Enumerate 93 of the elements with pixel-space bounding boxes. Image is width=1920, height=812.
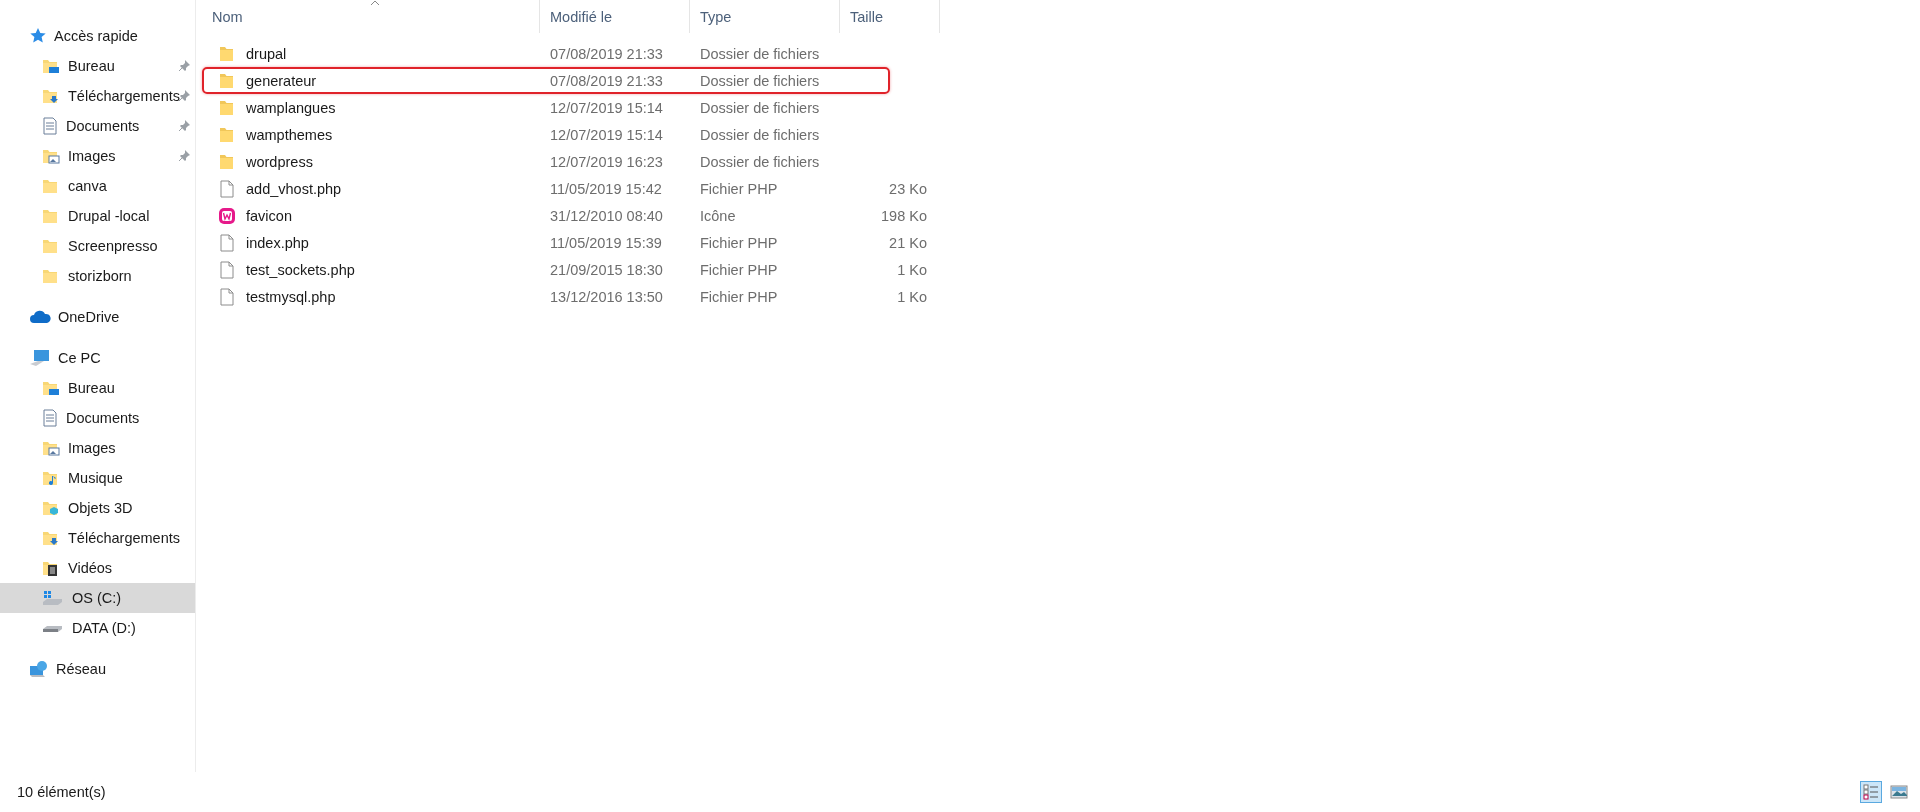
- nav-item[interactable]: Drupal -local: [0, 201, 195, 231]
- modified-date: 21/09/2015 18:30: [549, 261, 664, 278]
- column-header[interactable]: Type: [690, 0, 840, 33]
- file-type: Dossier de fichiers: [699, 126, 821, 143]
- film-folder-icon: [42, 560, 60, 576]
- document-icon: [42, 409, 58, 427]
- cloud-icon: [29, 310, 51, 324]
- file-size: 1 Ko: [896, 261, 928, 278]
- column-header[interactable]: Modifié le: [540, 0, 690, 33]
- details-view-button[interactable]: [1860, 781, 1882, 803]
- desktop-folder-icon: [42, 380, 60, 396]
- file-name[interactable]: wamplangues: [246, 99, 336, 116]
- nav-item[interactable]: Images: [0, 433, 195, 463]
- nav-item[interactable]: Bureau: [0, 373, 195, 403]
- desktop-folder-icon: [42, 58, 60, 74]
- file-type: Dossier de fichiers: [699, 45, 821, 62]
- file-size: 1 Ko: [896, 288, 928, 305]
- nav-item[interactable]: Screenpresso: [0, 231, 195, 261]
- modified-date: 13/12/2016 13:50: [549, 288, 664, 305]
- file-name[interactable]: wampthemes: [246, 126, 333, 143]
- modified-date: 07/08/2019 21:33: [549, 45, 664, 62]
- nav-item[interactable]: OS (C:): [0, 583, 195, 613]
- download-folder-icon: [42, 530, 60, 546]
- file-type: Dossier de fichiers: [699, 72, 821, 89]
- file-size: 21 Ko: [888, 234, 928, 251]
- file-icon: [218, 260, 236, 279]
- document-icon: [42, 117, 58, 135]
- file-icon: [218, 179, 236, 198]
- cube-folder-icon: [42, 500, 60, 516]
- computer-icon: [29, 349, 51, 367]
- nav-item[interactable]: Vidéos: [0, 553, 195, 583]
- file-type: Fichier PHP: [699, 288, 779, 305]
- nav-item[interactable]: Documents: [0, 403, 195, 433]
- file-name[interactable]: wordpress: [246, 153, 313, 170]
- nav-item[interactable]: Téléchargements: [0, 523, 195, 553]
- folder-icon: [218, 153, 236, 170]
- folder-icon: [218, 45, 236, 62]
- file-type: Fichier PHP: [699, 234, 779, 251]
- nav-item[interactable]: canva: [0, 171, 195, 201]
- drive-icon: [42, 590, 64, 606]
- file-name[interactable]: testmysql.php: [246, 288, 336, 305]
- nav-item[interactable]: OneDrive: [0, 302, 195, 332]
- column-header[interactable]: Taille: [840, 0, 940, 33]
- folder-icon: [218, 126, 236, 143]
- file-type: Fichier PHP: [699, 180, 779, 197]
- file-type: Dossier de fichiers: [699, 153, 821, 170]
- network-icon: [29, 660, 49, 678]
- folder-icon: [42, 238, 60, 254]
- pictures-folder-icon: [42, 440, 60, 456]
- modified-date: 12/07/2019 16:23: [549, 153, 664, 170]
- file-name[interactable]: favicon: [246, 207, 292, 224]
- nav-item[interactable]: DATA (D:): [0, 613, 195, 643]
- nav-item[interactable]: Objets 3D: [0, 493, 195, 523]
- file-name[interactable]: test_sockets.php: [246, 261, 355, 278]
- folder-icon: [218, 99, 236, 116]
- pictures-folder-icon: [42, 148, 60, 164]
- drive-icon: [42, 623, 64, 633]
- nav-item[interactable]: Bureau: [0, 51, 195, 81]
- nav-item[interactable]: Images: [0, 141, 195, 171]
- file-icon: [218, 233, 236, 252]
- download-folder-icon: [42, 88, 60, 104]
- folder-icon: [42, 208, 60, 224]
- nav-item[interactable]: Documents: [0, 111, 195, 141]
- column-header[interactable]: Nom: [202, 0, 540, 33]
- file-icon: [218, 287, 236, 306]
- folder-icon: [42, 268, 60, 284]
- music-folder-icon: [42, 470, 60, 486]
- app-icon: [218, 206, 236, 225]
- file-name[interactable]: drupal: [246, 45, 287, 62]
- modified-date: 12/07/2019 15:14: [549, 99, 664, 116]
- file-type: Icône: [699, 207, 737, 224]
- item-count: 10 élément(s): [17, 784, 107, 800]
- folder-icon: [42, 178, 60, 194]
- nav-item[interactable]: Téléchargements: [0, 81, 195, 111]
- modified-date: 31/12/2010 08:40: [549, 207, 664, 224]
- nav-item[interactable]: Musique: [0, 463, 195, 493]
- nav-item[interactable]: Réseau: [0, 654, 195, 684]
- file-size: 198 Ko: [880, 207, 928, 224]
- nav-item[interactable]: Ce PC: [0, 343, 195, 373]
- file-name[interactable]: index.php: [246, 234, 309, 251]
- modified-date: 12/07/2019 15:14: [549, 126, 664, 143]
- nav-item[interactable]: storizborn: [0, 261, 195, 291]
- file-type: Fichier PHP: [699, 261, 779, 278]
- file-name[interactable]: add_vhost.php: [246, 180, 342, 197]
- file-type: Dossier de fichiers: [699, 99, 821, 116]
- folder-icon: [218, 72, 236, 89]
- file-size: 23 Ko: [888, 180, 928, 197]
- modified-date: 07/08/2019 21:33: [549, 72, 664, 89]
- modified-date: 11/05/2019 15:39: [549, 234, 663, 251]
- nav-item[interactable]: Accès rapide: [0, 21, 195, 51]
- modified-date: 11/05/2019 15:42: [549, 180, 663, 197]
- file-name[interactable]: generateur: [246, 72, 317, 89]
- star-icon: [29, 27, 47, 45]
